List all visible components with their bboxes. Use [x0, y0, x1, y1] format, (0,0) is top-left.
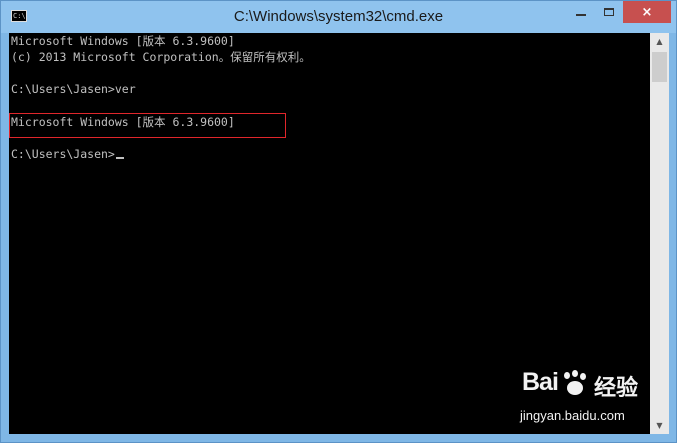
console-line-prompt[interactable]: C:\Users\Jasen> — [11, 146, 124, 162]
minimize-button[interactable] — [567, 1, 595, 23]
title-bar[interactable]: C:\ C:\Windows\system32\cmd.exe × — [1, 1, 676, 33]
scroll-up-icon[interactable]: ▲ — [650, 33, 669, 50]
watermark-logo: Bai — [522, 368, 559, 396]
close-button[interactable]: × — [623, 1, 671, 23]
watermark-url: jingyan.baidu.com — [520, 408, 625, 423]
scrollbar-thumb[interactable] — [652, 52, 667, 82]
maximize-icon — [604, 8, 614, 16]
minimize-icon — [576, 14, 586, 16]
version-highlight-box — [9, 113, 286, 138]
prompt-text: C:\Users\Jasen> — [11, 147, 115, 161]
text-cursor — [115, 157, 124, 159]
console-line-prompt-ver: C:\Users\Jasen>ver — [11, 82, 136, 96]
close-icon: × — [641, 4, 653, 20]
console-line-2: (c) 2013 Microsoft Corporation。保留所有权利。 — [11, 50, 311, 64]
paw-icon — [560, 370, 590, 398]
console-line-1: Microsoft Windows [版本 6.3.9600] — [11, 34, 235, 48]
baidu-jingyan-watermark: Bai 经验 jingyan.baidu.com — [520, 368, 665, 434]
watermark-name: 经验 — [594, 376, 639, 401]
maximize-button[interactable] — [595, 1, 623, 23]
